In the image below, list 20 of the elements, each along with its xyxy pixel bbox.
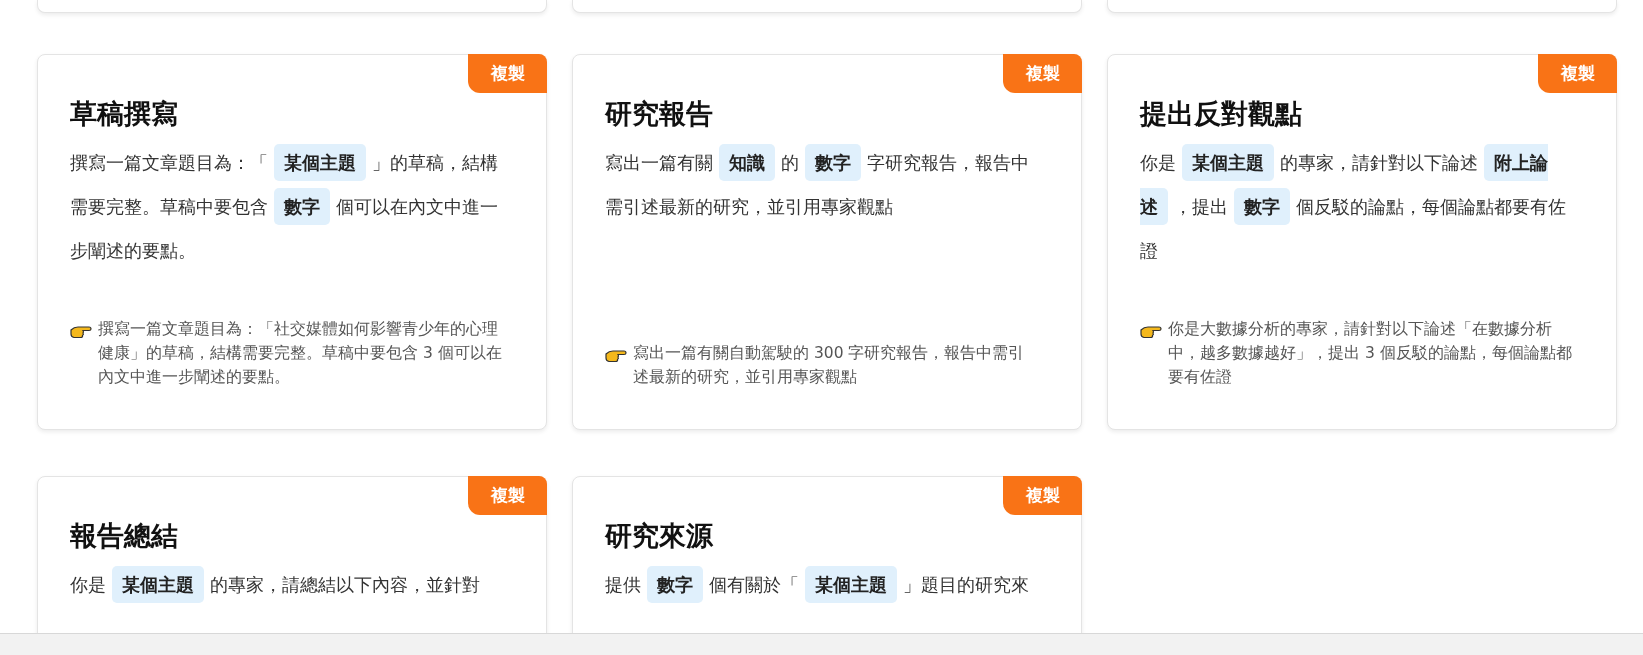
example-text: 撰寫一篇文章題目為：「社交媒體如何影響青少年的心理健康」的草稿，結構需要完整。草稿中要包含 3 個可以在內文中進一步闡述的要點。 — [98, 319, 502, 388]
prompt-text: 提供 數字 個有關於「 某個主題 」題目的研究來 — [605, 563, 1037, 607]
card-title: 報告總結 — [70, 519, 179, 553]
prompt-text: 撰寫一篇文章題目為：「 某個主題 」的草稿，結構需要完整。草稿中要包含 數字 個可以在內文中進一步闡述的要點。 — [70, 141, 502, 273]
pointing-hand-icon — [70, 323, 92, 339]
example-text: 你是大數據分析的專家，請針對以下論述「在數據分析中，越多數據越好」，提出 3 個反駁的論點，每個論點都要有佐證 — [1168, 319, 1572, 388]
copy-button[interactable]: 複製 — [1538, 54, 1617, 93]
prompt-text: 你是 某個主題 的專家，請總結以下內容，並針對 — [70, 563, 502, 607]
card-title: 草稿撰寫 — [70, 97, 179, 131]
copy-button[interactable]: 複製 — [468, 54, 547, 93]
card-title: 研究來源 — [605, 519, 714, 553]
pointing-hand-icon — [605, 347, 627, 363]
card-title: 研究報告 — [605, 97, 714, 131]
example-text: 寫出一篇有關自動駕駛的 300 字研究報告，報告中需引述最新的研究，並引用專家觀點 — [633, 343, 1026, 388]
prompt-text: 寫出一篇有關 知識 的 數字 字研究報告，報告中需引述最新的研究，並引用專家觀點 — [605, 141, 1037, 229]
copy-button[interactable]: 複製 — [468, 476, 547, 515]
card-title: 提出反對觀點 — [1140, 97, 1303, 131]
pointing-hand-icon — [1140, 323, 1162, 339]
copy-button[interactable]: 複製 — [1003, 476, 1082, 515]
copy-button[interactable]: 複製 — [1003, 54, 1082, 93]
